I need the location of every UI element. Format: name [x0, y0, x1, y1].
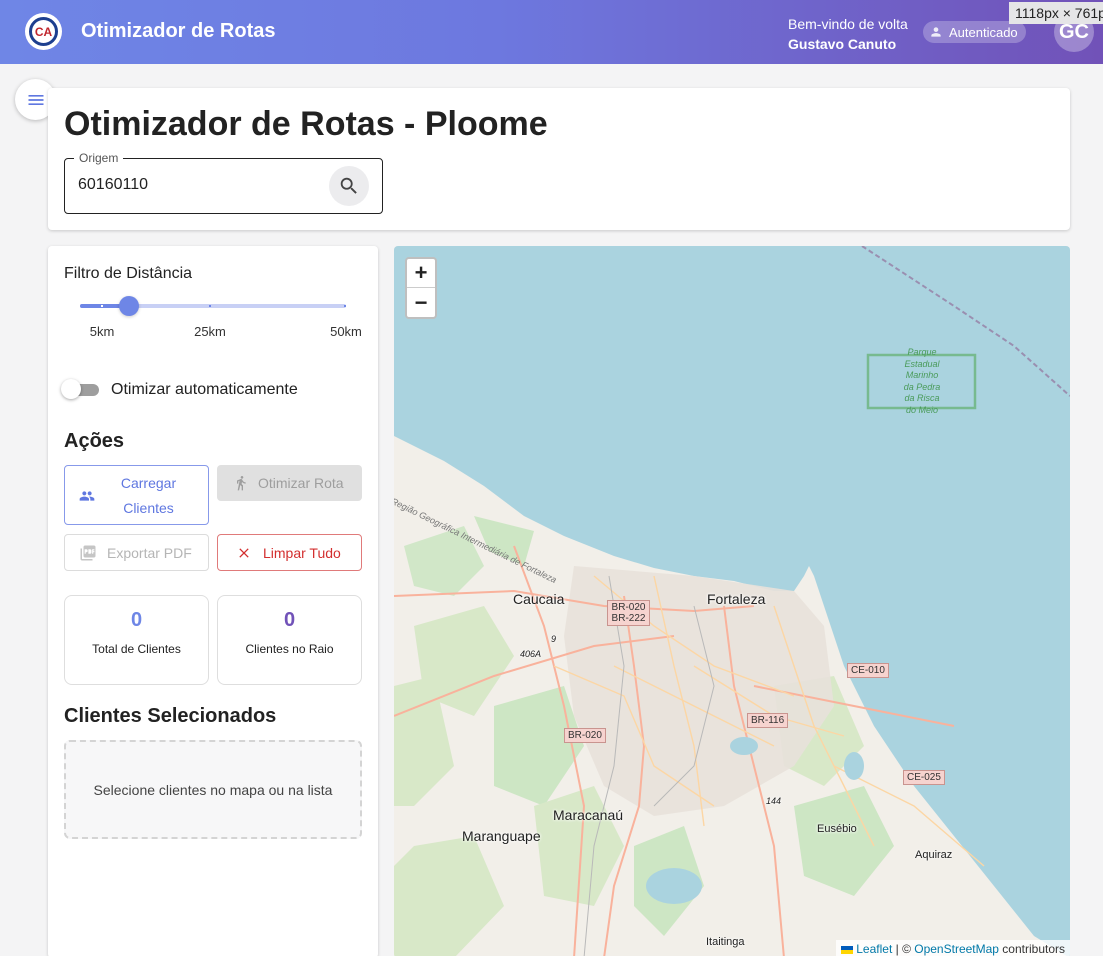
- optimize-route-button[interactable]: Otimizar Rota: [217, 465, 362, 501]
- map-shield-ce025: CE-025: [903, 770, 945, 785]
- zoom-control: + −: [405, 257, 437, 319]
- slider-mark-25km: [209, 305, 211, 307]
- auto-optimize-toggle[interactable]: [61, 379, 100, 399]
- map-label-eusebio: Eusébio: [817, 823, 857, 835]
- map-label-route: 9: [551, 634, 557, 644]
- app-logo[interactable]: CA: [25, 13, 62, 50]
- optimize-route-label: Otimizar Rota: [258, 475, 344, 491]
- app-header: CA Otimizador de Rotas Bem-vindo de volt…: [0, 0, 1103, 64]
- slider-mark-50km: [344, 305, 346, 307]
- welcome-block: Bem-vindo de volta Gustavo Canuto: [788, 14, 908, 54]
- map-attribution: Leaflet | © OpenStreetMap contributors: [835, 940, 1070, 956]
- map-label-itaitinga: Itaitinga: [706, 936, 745, 948]
- search-button[interactable]: [329, 166, 369, 206]
- map-label-maranguape: Maranguape: [462, 828, 541, 844]
- selected-clients-title: Clientes Selecionados: [64, 705, 277, 727]
- origin-label: Origem: [74, 151, 124, 165]
- group-icon: [79, 491, 95, 501]
- osm-link[interactable]: OpenStreetMap: [914, 942, 999, 956]
- map-label-maracanau: Maracanaú: [553, 807, 624, 823]
- route-map[interactable]: + − Parque Estadual Marinho da Pedra da …: [394, 246, 1070, 956]
- user-name: Gustavo Canuto: [788, 36, 897, 52]
- export-pdf-button[interactable]: Exportar PDF: [64, 534, 209, 571]
- pdf-icon: [80, 545, 96, 561]
- stat-label: Total de Clientes: [92, 642, 181, 656]
- zoom-out-button[interactable]: −: [407, 288, 435, 317]
- slider-mark-label: 5km: [89, 324, 115, 339]
- clear-all-button[interactable]: Limpar Tudo: [217, 534, 362, 571]
- map-label-aquiraz: Aquiraz: [915, 849, 953, 861]
- map-label-fortaleza: Fortaleza: [707, 591, 766, 607]
- dimension-badge: 1118px × 761px: [1009, 2, 1103, 24]
- close-icon: [239, 548, 249, 558]
- attribution-separator: | ©: [892, 942, 915, 956]
- clear-all-label: Limpar Tudo: [263, 545, 341, 561]
- distance-filter-label: Filtro de Distância: [64, 265, 193, 282]
- welcome-text: Bem-vindo de volta: [788, 16, 908, 32]
- map-shield-br020-br222: BR-020 BR-222: [607, 600, 650, 626]
- stat-total-clients: 0 Total de Clientes: [64, 595, 209, 685]
- map-shield-br020: BR-020: [564, 728, 606, 743]
- slider-thumb[interactable]: [119, 296, 140, 316]
- slider-mark-5km: [101, 305, 103, 307]
- auto-optimize-label: Otimizar automaticamente: [111, 381, 298, 398]
- auth-status-chip: Autenticado: [923, 21, 1026, 43]
- map-label-route: 406A: [520, 649, 542, 659]
- search-icon: [340, 177, 357, 194]
- flag-icon: [840, 945, 853, 954]
- menu-icon: [28, 94, 43, 105]
- person-icon: [931, 27, 941, 37]
- export-pdf-label: Exportar PDF: [107, 545, 192, 561]
- app-title: Otimizador de Rotas: [81, 20, 276, 42]
- header-card: Otimizador de Rotas - Ploome Origem: [48, 88, 1070, 230]
- map-shield-br116: BR-116: [747, 713, 789, 728]
- map-label-caucaia: Caucaia: [513, 591, 565, 607]
- slider-mark-label: 50km: [330, 324, 362, 339]
- leaflet-link[interactable]: Leaflet: [856, 942, 892, 956]
- slider-mark-label: 25km: [194, 324, 226, 339]
- page-title: Otimizador de Rotas - Ploome: [64, 105, 548, 143]
- attribution-suffix: contributors: [998, 942, 1065, 956]
- map-label-route: 144: [766, 796, 782, 806]
- toggle-thumb: [61, 379, 81, 399]
- logo-mark: CA: [29, 17, 58, 46]
- auth-status-label: Autenticado: [949, 24, 1018, 40]
- map-shield-ce010: CE-010: [847, 663, 889, 678]
- walking-icon: [237, 476, 246, 491]
- stat-value: 0: [283, 609, 296, 631]
- zoom-in-button[interactable]: +: [407, 259, 435, 288]
- stat-value: 0: [130, 609, 143, 631]
- selected-clients-empty: Selecione clientes no mapa ou na lista: [64, 740, 362, 839]
- load-clients-label: Carregar Clientes: [120, 475, 177, 516]
- load-clients-button[interactable]: Carregar Clientes: [64, 465, 209, 525]
- actions-title: Ações: [64, 430, 125, 452]
- origin-field[interactable]: Origem: [64, 151, 383, 214]
- origin-input[interactable]: [78, 176, 318, 194]
- stat-label: Clientes no Raio: [245, 642, 334, 656]
- map-label-park: Parque Estadual Marinho da Pedra da Risc…: [903, 347, 941, 415]
- sidebar-panel: Filtro de Distância 5km 25km 50km Otimiz…: [48, 246, 378, 956]
- stat-clients-in-radius: 0 Clientes no Raio: [217, 595, 362, 685]
